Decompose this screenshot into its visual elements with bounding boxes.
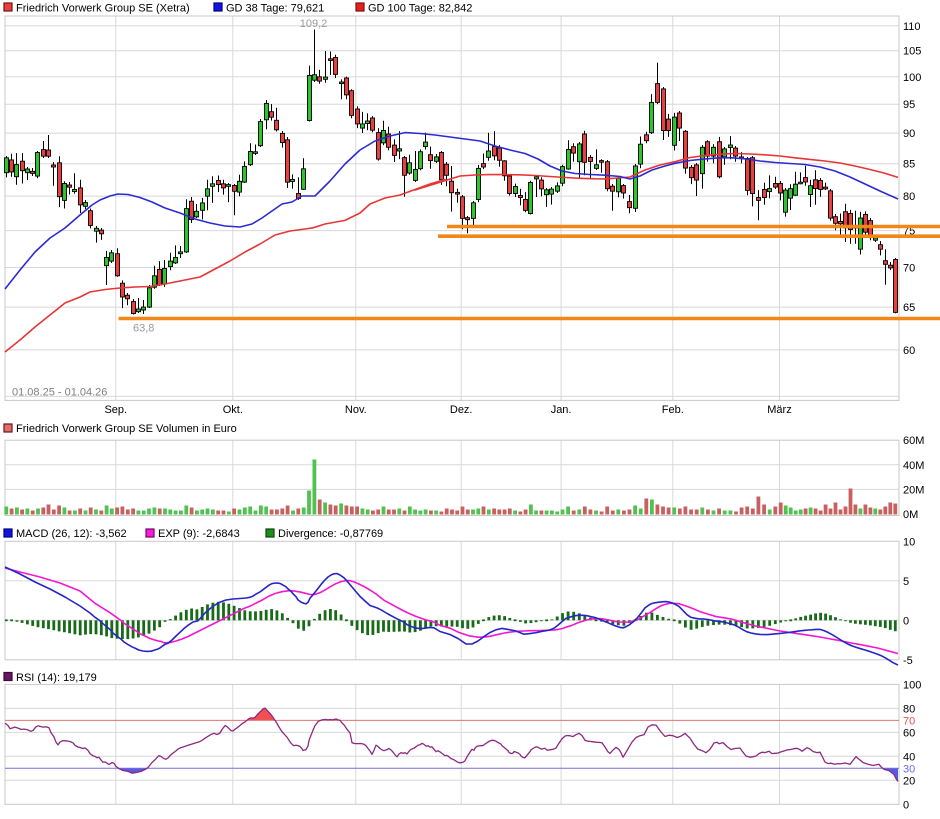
svg-text:85: 85 xyxy=(903,159,915,171)
svg-text:80: 80 xyxy=(903,703,915,715)
svg-text:-5: -5 xyxy=(903,655,913,667)
svg-text:20: 20 xyxy=(903,775,915,787)
svg-text:65: 65 xyxy=(903,302,915,314)
svg-text:Sep.: Sep. xyxy=(104,404,127,416)
svg-text:105: 105 xyxy=(903,46,921,58)
svg-text:40M: 40M xyxy=(903,460,924,472)
svg-text:MACD (26, 12): -3,562: MACD (26, 12): -3,562 xyxy=(16,528,127,540)
svg-text:0M: 0M xyxy=(903,509,918,521)
svg-text:63,8: 63,8 xyxy=(133,323,154,335)
svg-text:0: 0 xyxy=(903,615,909,627)
svg-text:60M: 60M xyxy=(903,435,924,447)
svg-text:70: 70 xyxy=(903,715,915,727)
svg-text:40: 40 xyxy=(903,751,915,763)
svg-text:Friedrich Vorwerk Group SE (Xe: Friedrich Vorwerk Group SE (Xetra) xyxy=(16,3,190,15)
svg-text:100: 100 xyxy=(903,72,921,84)
svg-text:Divergence: -0,87769: Divergence: -0,87769 xyxy=(278,528,383,540)
svg-text:110: 110 xyxy=(903,21,921,33)
svg-text:20M: 20M xyxy=(903,484,924,496)
svg-text:Feb.: Feb. xyxy=(662,404,684,416)
svg-text:Friedrich Vorwerk Group SE Vol: Friedrich Vorwerk Group SE Volumen in Eu… xyxy=(16,423,237,435)
svg-text:RSI (14): 19,179: RSI (14): 19,179 xyxy=(16,672,97,684)
svg-text:Okt.: Okt. xyxy=(223,404,243,416)
svg-text:60: 60 xyxy=(903,345,915,357)
svg-text:0: 0 xyxy=(903,799,909,811)
svg-text:10: 10 xyxy=(903,536,915,548)
svg-text:109,2: 109,2 xyxy=(300,18,328,30)
svg-text:5: 5 xyxy=(903,576,909,588)
svg-text:GD 100 Tage: 82,842: GD 100 Tage: 82,842 xyxy=(368,3,472,15)
svg-text:Jan.: Jan. xyxy=(551,404,572,416)
svg-text:EXP (9): -2,6843: EXP (9): -2,6843 xyxy=(158,528,240,540)
svg-text:95: 95 xyxy=(903,99,915,111)
svg-text:90: 90 xyxy=(903,128,915,140)
svg-text:60: 60 xyxy=(903,727,915,739)
svg-text:GD 38 Tage: 79,621: GD 38 Tage: 79,621 xyxy=(226,3,324,15)
svg-text:100: 100 xyxy=(903,679,921,691)
svg-text:80: 80 xyxy=(903,191,915,203)
svg-text:01.08.25 - 01.04.26: 01.08.25 - 01.04.26 xyxy=(12,387,107,399)
svg-text:März: März xyxy=(767,404,791,416)
svg-text:Dez.: Dez. xyxy=(450,404,473,416)
svg-text:70: 70 xyxy=(903,263,915,275)
svg-text:Nov.: Nov. xyxy=(345,404,367,416)
svg-text:30: 30 xyxy=(903,763,915,775)
